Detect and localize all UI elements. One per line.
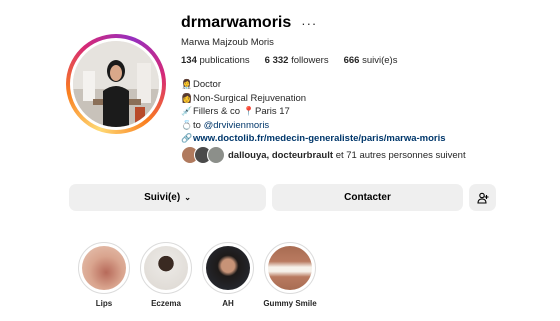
followed-by[interactable]: dallouya, docteurbrault et 71 autres per… — [181, 146, 466, 164]
highlight-eczema[interactable]: Eczema — [140, 242, 192, 308]
highlight-label: AH — [222, 299, 234, 308]
bio-mention-link[interactable]: @drvivienmoris — [204, 119, 270, 133]
stat-value: 6 332 — [264, 55, 289, 66]
highlight-thumbnail — [144, 246, 188, 290]
stat-followers[interactable]: 6 332 followers — [265, 55, 329, 66]
stat-publications: 134 publications — [181, 55, 250, 66]
username: drmarwamoris — [181, 14, 292, 31]
contact-button-label: Contacter — [344, 192, 391, 203]
stat-following[interactable]: 666 suivi(e)s — [344, 55, 398, 66]
doctor-emoji-icon: 👩‍⚕️ — [181, 79, 193, 89]
highlight-thumbnail — [206, 246, 250, 290]
bio-text: Non-Surgical Rejuvenation — [193, 92, 307, 104]
story-highlights: Lips Eczema AH Gummy Smile — [78, 242, 317, 308]
highlight-gummy-smile[interactable]: Gummy Smile — [263, 242, 317, 308]
stat-label: followers — [291, 55, 329, 66]
highlight-thumbnail — [268, 246, 312, 290]
highlight-ring — [264, 242, 316, 294]
followed-by-names: dallouya, docteurbrault — [228, 149, 334, 161]
add-person-button[interactable] — [469, 184, 496, 211]
highlight-lips[interactable]: Lips — [78, 242, 130, 308]
contact-button[interactable]: Contacter — [272, 184, 463, 211]
profile-stats: 134 publications 6 332 followers 666 sui… — [181, 55, 397, 66]
followed-by-rest: et 71 autres personnes suivent — [335, 149, 466, 161]
highlight-thumbnail — [82, 246, 126, 290]
website-url[interactable]: www.doctolib.fr/medecin-generaliste/pari… — [193, 132, 446, 146]
highlight-label: Eczema — [151, 299, 181, 308]
highlight-label: Gummy Smile — [263, 299, 317, 308]
avatar-border — [70, 38, 162, 130]
bio-text: Fillers & co — [193, 106, 240, 117]
add-person-icon — [476, 192, 488, 204]
ring-emoji-icon: 💍 — [181, 119, 193, 130]
highlight-ring — [78, 242, 130, 294]
syringe-emoji-icon: 💉 — [181, 106, 193, 116]
username-row: drmarwamoris ··· — [181, 14, 317, 32]
following-button-label: Suivi(e) — [144, 192, 181, 203]
stat-value: 666 — [343, 55, 360, 66]
location-pin-icon: 📍 — [242, 106, 255, 116]
highlight-ring — [140, 242, 192, 294]
bio-text: to — [193, 119, 201, 131]
bio-line: 👩‍⚕️ Doctor — [181, 78, 446, 92]
profile-avatar-ring[interactable] — [66, 34, 166, 134]
stat-label: suivi(e)s — [362, 55, 398, 66]
following-button[interactable]: Suivi(e) ⌄ — [69, 184, 266, 211]
bio-text: Paris 17 — [254, 106, 290, 117]
bio-line: 👩 Non-Surgical Rejuvenation — [181, 92, 446, 106]
follower-avatar — [207, 146, 225, 164]
more-horizontal-icon[interactable]: ··· — [301, 16, 317, 31]
highlight-ring — [202, 242, 254, 294]
avatar-photo-image — [73, 41, 159, 127]
highlight-ah[interactable]: AH — [202, 242, 254, 308]
stat-value: 134 — [181, 55, 197, 66]
full-name: Marwa Majzoub Moris — [181, 37, 274, 48]
stat-label: publications — [199, 55, 250, 66]
avatar[interactable] — [73, 41, 159, 127]
bio-line: 💍 to @drvivienmoris — [181, 119, 446, 133]
person-emoji-icon: 👩 — [181, 92, 193, 103]
chevron-down-icon: ⌄ — [184, 193, 191, 202]
followed-by-text: dallouya, docteurbrault et 71 autres per… — [228, 150, 466, 161]
bio-website-link[interactable]: 🔗 www.doctolib.fr/medecin-generaliste/pa… — [181, 132, 446, 146]
bio-text: Doctor — [193, 79, 221, 90]
bio: 👩‍⚕️ Doctor 👩 Non-Surgical Rejuvenation … — [181, 78, 446, 146]
link-icon: 🔗 — [181, 133, 193, 143]
bio-line: 💉 Fillers & co 📍 Paris 17 — [181, 105, 446, 119]
highlight-label: Lips — [95, 299, 113, 308]
